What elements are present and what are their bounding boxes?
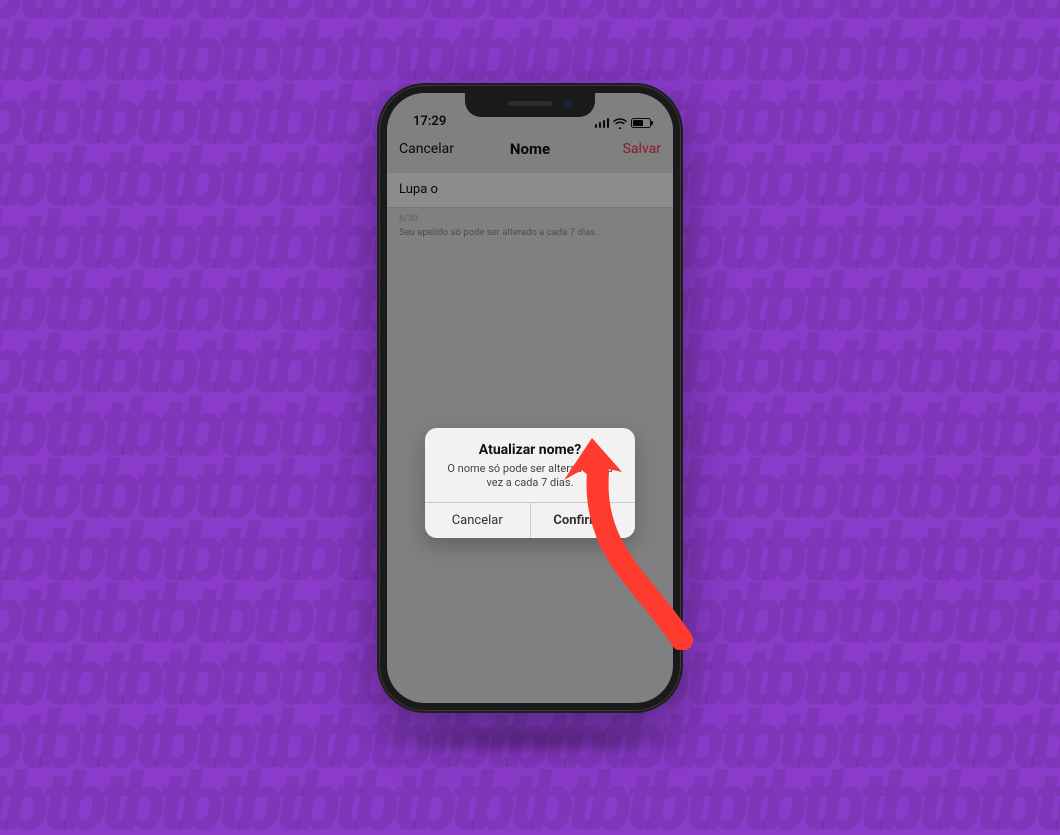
modal-overlay bbox=[387, 93, 673, 703]
alert-confirm-button[interactable]: Confirmar bbox=[530, 503, 636, 538]
alert-message: O nome só pode ser alterado uma vez a ca… bbox=[439, 462, 621, 491]
phone-screen: 17:29 Cancelar Nome Salvar Lupa o bbox=[387, 93, 673, 703]
alert-title: Atualizar nome? bbox=[439, 442, 621, 458]
alert-cancel-button[interactable]: Cancelar bbox=[425, 503, 530, 538]
phone-frame: 17:29 Cancelar Nome Salvar Lupa o bbox=[377, 83, 683, 713]
phone-shadow bbox=[360, 725, 700, 755]
phone-notch bbox=[465, 93, 595, 117]
confirm-alert: Atualizar nome? O nome só pode ser alter… bbox=[425, 428, 635, 539]
